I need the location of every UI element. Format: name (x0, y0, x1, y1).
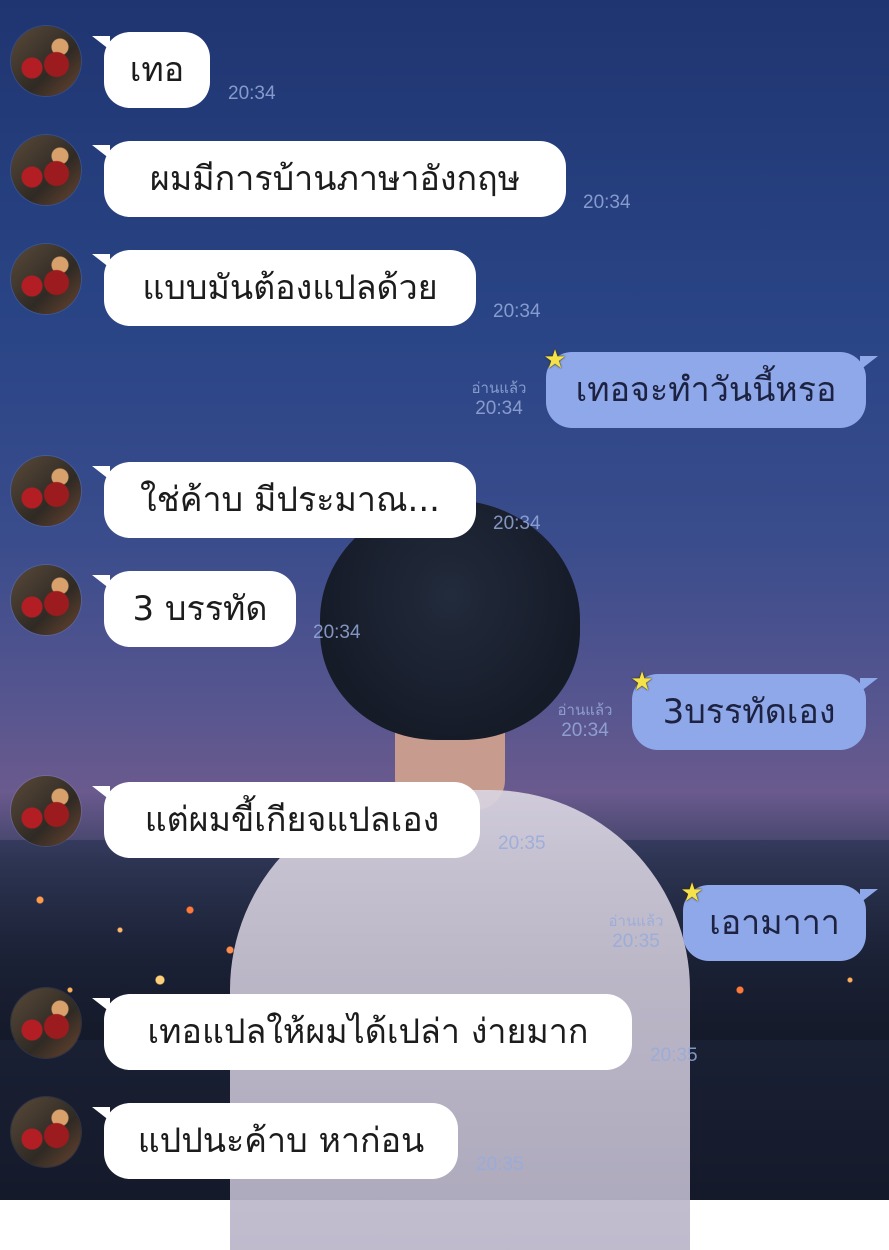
outgoing-message-bubble[interactable]: 3บรรทัดเอง (632, 674, 878, 750)
message-text: เทอจะทำวันนี้หรอ (575, 370, 837, 410)
incoming-message-bubble[interactable]: แปปนะค้าบ หาก่อน (92, 1103, 458, 1179)
message-text: เทอแปลให้ผมได้เปล่า ง่ายมาก (147, 1012, 589, 1052)
incoming-message-bubble[interactable]: เทอ (92, 32, 210, 108)
read-receipt: อ่านแล้ว (471, 380, 527, 397)
message-text: 3บรรทัดเอง (662, 692, 836, 732)
message-timestamp: 20:34 (493, 513, 541, 534)
outgoing-message-bubble[interactable]: เทอจะทำวันนี้หรอ (546, 352, 878, 428)
message-read-status: อ่านแล้ว 20:35 (600, 913, 672, 953)
bubble-tail (92, 786, 110, 800)
star-sticker-icon: ★ (543, 345, 567, 375)
friend-avatar[interactable] (11, 26, 81, 96)
bubble-tail (92, 575, 110, 589)
star-sticker-icon: ★ (680, 878, 704, 908)
bubble-tail (92, 36, 110, 50)
message-text: แบบมันต้องแปลด้วย (142, 268, 438, 308)
incoming-message-bubble[interactable]: 3 บรรทัด (92, 571, 296, 647)
bubble-tail (92, 1107, 110, 1121)
message-timestamp: 20:34 (313, 622, 361, 643)
bubble-tail (860, 889, 878, 903)
read-receipt: อ่านแล้ว (608, 913, 664, 930)
friend-avatar[interactable] (11, 135, 81, 205)
bubble-tail (860, 678, 878, 692)
message-text: แปปนะค้าบ หาก่อน (137, 1121, 425, 1161)
friend-avatar[interactable] (11, 244, 81, 314)
friend-avatar[interactable] (11, 456, 81, 526)
bubble-tail (860, 356, 878, 370)
incoming-message-bubble[interactable]: ผมมีการบ้านภาษาอังกฤษ (92, 141, 566, 217)
message-timestamp: 20:35 (612, 931, 660, 952)
friend-avatar[interactable] (11, 988, 81, 1058)
incoming-message-bubble[interactable]: ใช่ค้าบ มีประมาณ... (92, 462, 476, 538)
message-text: เทอ (129, 50, 185, 90)
message-timestamp: 20:34 (583, 192, 631, 213)
incoming-message-bubble[interactable]: แต่ผมขี้เกียจแปลเอง (92, 782, 480, 858)
incoming-message-bubble[interactable]: เทอแปลให้ผมได้เปล่า ง่ายมาก (92, 994, 632, 1070)
message-timestamp: 20:34 (561, 720, 609, 741)
message-text: ใช่ค้าบ มีประมาณ... (140, 480, 440, 520)
message-timestamp: 20:35 (498, 833, 546, 854)
message-timestamp: 20:34 (228, 83, 276, 104)
message-timestamp: 20:34 (475, 398, 523, 419)
outgoing-message-bubble[interactable]: เอามาาา (683, 885, 878, 961)
star-sticker-icon: ★ (630, 667, 654, 697)
message-text: แต่ผมขี้เกียจแปลเอง (144, 800, 440, 840)
incoming-message-bubble[interactable]: แบบมันต้องแปลด้วย (92, 250, 476, 326)
message-read-status: อ่านแล้ว 20:34 (549, 702, 621, 742)
bubble-tail (92, 254, 110, 268)
friend-avatar[interactable] (11, 1097, 81, 1167)
bubble-tail (92, 466, 110, 480)
message-text: 3 บรรทัด (132, 589, 268, 629)
message-timestamp: 20:34 (493, 301, 541, 322)
message-timestamp: 20:35 (650, 1045, 698, 1066)
read-receipt: อ่านแล้ว (557, 702, 613, 719)
bubble-tail (92, 998, 110, 1012)
message-read-status: อ่านแล้ว 20:34 (463, 380, 535, 420)
bubble-tail (92, 145, 110, 159)
message-text: ผมมีการบ้านภาษาอังกฤษ (149, 159, 521, 199)
message-timestamp: 20:35 (476, 1154, 524, 1175)
friend-avatar[interactable] (11, 565, 81, 635)
friend-avatar[interactable] (11, 776, 81, 846)
message-text: เอามาาา (709, 903, 840, 943)
